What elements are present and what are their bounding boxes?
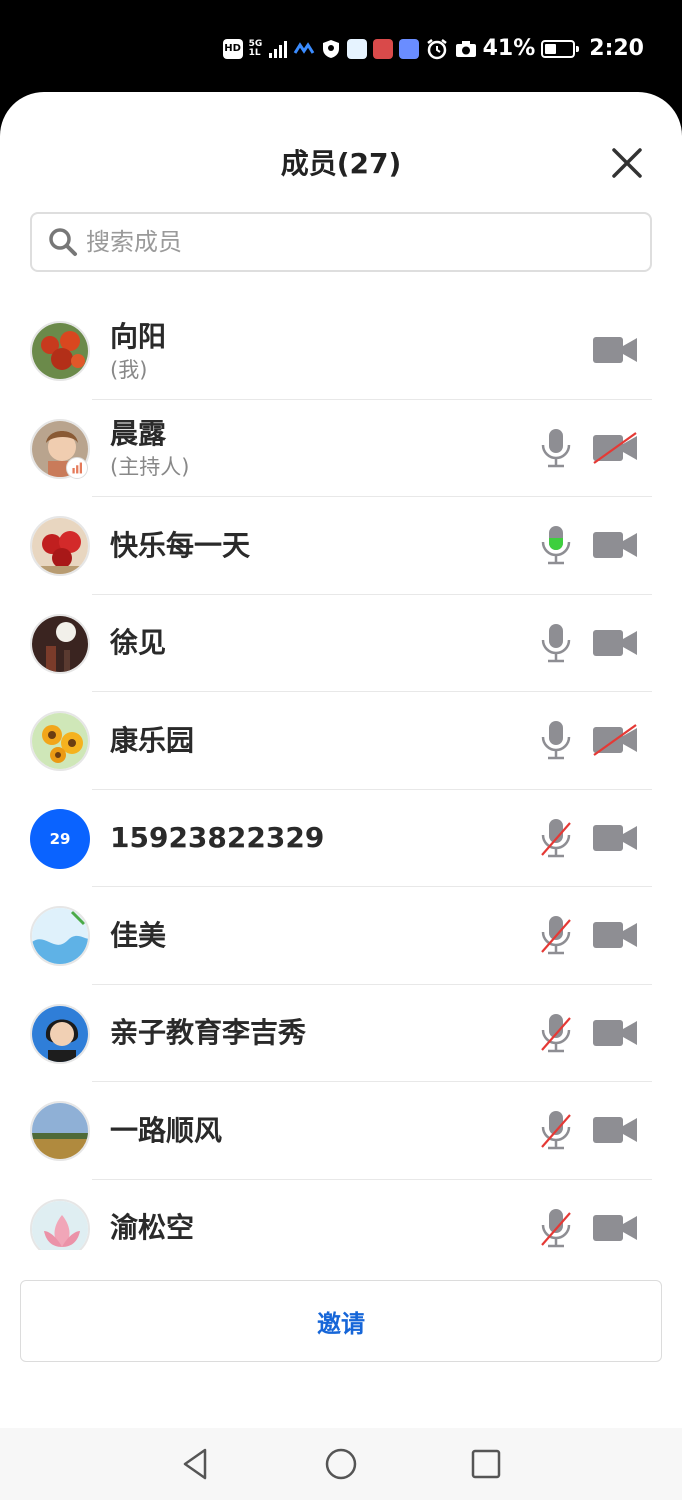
member-name: 徐见 bbox=[110, 626, 167, 659]
triangle-back-icon[interactable] bbox=[178, 1446, 214, 1482]
member-name: 向阳 bbox=[110, 319, 167, 353]
invite-button[interactable]: 邀请 bbox=[20, 1280, 662, 1362]
search-input[interactable] bbox=[86, 228, 606, 256]
microphone-muted-icon[interactable] bbox=[538, 817, 574, 859]
member-name: 佳美 bbox=[110, 918, 167, 952]
video-camera-icon[interactable] bbox=[592, 1114, 638, 1146]
member-info: 渝松空 bbox=[110, 1180, 194, 1251]
shield-icon bbox=[322, 39, 339, 58]
battery-icon bbox=[541, 39, 580, 58]
microphone-icon[interactable] bbox=[538, 719, 574, 761]
member-row[interactable]: 亲子教育李吉秀 bbox=[0, 985, 682, 1082]
member-name: 渝松空 bbox=[110, 1211, 195, 1244]
member-row[interactable]: 晨露 (主持人) bbox=[0, 400, 682, 497]
avatar[interactable] bbox=[30, 613, 90, 674]
member-row[interactable]: 向阳 (我) bbox=[0, 302, 682, 400]
battery-percent: 41% bbox=[482, 36, 536, 61]
video-camera-icon[interactable] bbox=[592, 529, 638, 561]
video-camera-off-icon[interactable] bbox=[592, 431, 638, 464]
square-recent-icon[interactable] bbox=[468, 1446, 504, 1482]
microphone-muted-icon[interactable] bbox=[538, 1109, 574, 1151]
member-row[interactable]: 康乐园 bbox=[0, 692, 682, 790]
member-info: 佳美 bbox=[110, 887, 166, 984]
member-info: 向阳 (我) bbox=[110, 302, 166, 399]
status-bar: HD 5G 1L 41% 2:20 bbox=[0, 0, 682, 92]
microphone-muted-icon[interactable] bbox=[538, 1207, 574, 1249]
microphone-muted-icon[interactable] bbox=[538, 914, 574, 956]
member-name: 快乐每一天 bbox=[110, 528, 251, 562]
member-row[interactable]: 快乐每一天 bbox=[0, 497, 682, 595]
video-camera-icon[interactable] bbox=[592, 822, 638, 854]
member-info: 康乐园 bbox=[110, 692, 194, 789]
avatar[interactable]: 29 bbox=[30, 808, 90, 869]
member-name: 亲子教育李吉秀 bbox=[110, 1016, 307, 1049]
signal-icon bbox=[268, 40, 287, 58]
member-info: 一路顺风 bbox=[110, 1082, 222, 1179]
member-row[interactable]: 渝松空 bbox=[0, 1180, 682, 1251]
camera-status-icon bbox=[455, 40, 476, 57]
member-name: 晨露 bbox=[110, 417, 167, 450]
avatar[interactable] bbox=[30, 321, 90, 381]
circle-home-icon[interactable] bbox=[323, 1446, 359, 1482]
member-name: 15923822329 bbox=[110, 821, 325, 854]
close-icon[interactable] bbox=[610, 146, 644, 180]
hd-icon: HD bbox=[222, 38, 243, 59]
member-row[interactable]: 29 15923822329 bbox=[0, 790, 682, 887]
member-info: 徐见 bbox=[110, 595, 166, 692]
chat-app-icon bbox=[346, 38, 367, 59]
member-info: 晨露 (主持人) bbox=[110, 400, 189, 497]
video-camera-icon[interactable] bbox=[592, 919, 638, 951]
members-sheet: 成员(27) 向阳 (我) 晨露 (主持人) 快乐每一天徐见康乐园 29 159238223… bbox=[0, 92, 682, 1428]
music-app-icon bbox=[398, 38, 419, 59]
network-sub-text: 1L bbox=[248, 47, 261, 58]
avatar[interactable] bbox=[30, 711, 90, 771]
member-name: 康乐园 bbox=[110, 723, 195, 757]
video-camera-icon[interactable] bbox=[592, 1017, 638, 1049]
video-camera-icon[interactable] bbox=[592, 1212, 638, 1244]
microphone-icon[interactable] bbox=[538, 427, 574, 469]
video-camera-off-icon[interactable] bbox=[592, 724, 638, 756]
member-name: 一路顺风 bbox=[110, 1113, 223, 1147]
avatar[interactable] bbox=[30, 1101, 90, 1161]
sheet-title: 成员(27) bbox=[280, 147, 402, 180]
microphone-icon[interactable] bbox=[538, 524, 574, 566]
avatar[interactable] bbox=[30, 1198, 90, 1250]
alarm-icon bbox=[426, 38, 447, 59]
member-list[interactable]: 向阳 (我) 晨露 (主持人) 快乐每一天徐见康乐园 29 15923822329 佳美亲子教… bbox=[0, 302, 682, 1250]
member-info: 15923822329 bbox=[110, 790, 324, 887]
member-row[interactable]: 徐见 bbox=[0, 595, 682, 692]
microphone-muted-icon[interactable] bbox=[538, 1012, 574, 1054]
search-icon bbox=[49, 228, 77, 256]
microphone-icon[interactable] bbox=[538, 622, 574, 664]
host-badge-icon bbox=[66, 456, 88, 479]
avatar[interactable] bbox=[30, 906, 90, 966]
status-icons: HD 5G 1L 41% 2:20 bbox=[222, 36, 644, 61]
system-nav-bar bbox=[0, 1428, 682, 1500]
network-type-icon: 5G 1L bbox=[248, 39, 263, 58]
member-row[interactable]: 佳美 bbox=[0, 887, 682, 985]
member-row[interactable]: 一路顺风 bbox=[0, 1082, 682, 1180]
member-role: (我) bbox=[110, 357, 148, 382]
clock: 2:20 bbox=[589, 36, 644, 61]
member-info: 快乐每一天 bbox=[110, 497, 250, 594]
member-info: 亲子教育李吉秀 bbox=[110, 985, 306, 1082]
qr-app-icon bbox=[372, 38, 393, 59]
member-role: (主持人) bbox=[110, 455, 190, 479]
video-camera-icon[interactable] bbox=[592, 334, 638, 366]
app-notification-icon bbox=[293, 41, 314, 54]
video-camera-icon[interactable] bbox=[592, 627, 638, 659]
search-bar[interactable] bbox=[30, 212, 652, 272]
avatar[interactable] bbox=[30, 516, 90, 576]
avatar[interactable] bbox=[30, 1003, 90, 1064]
